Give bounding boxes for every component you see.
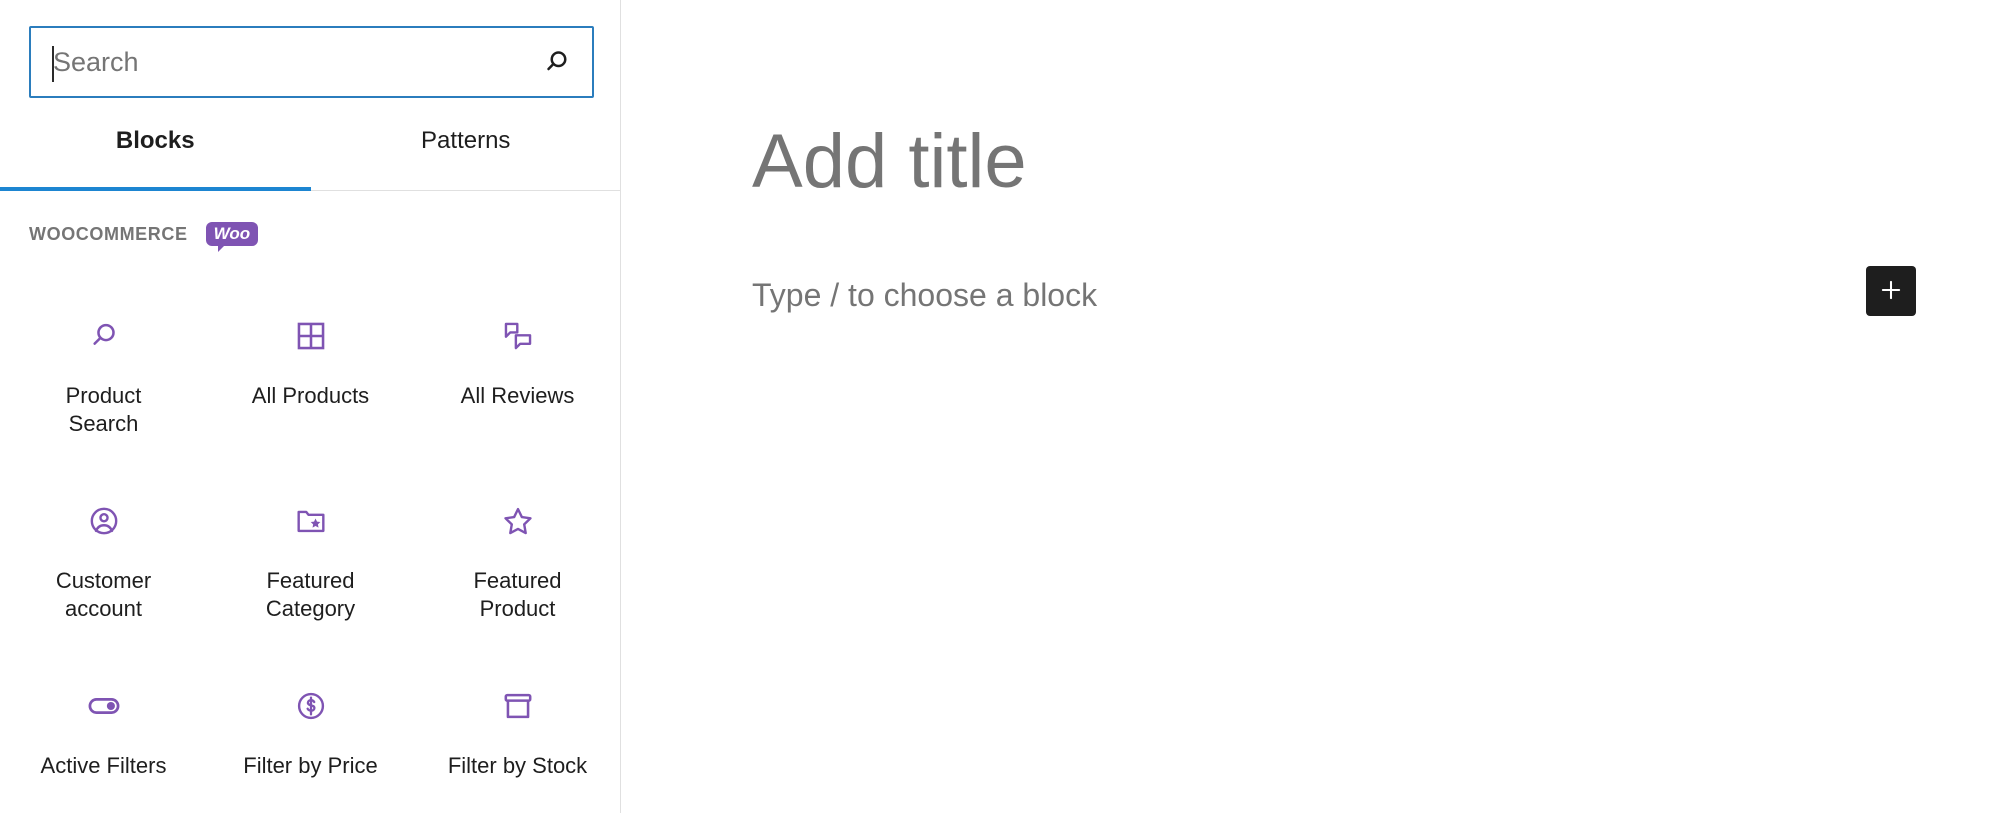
block-item-featured-product[interactable]: Featured Product xyxy=(414,481,620,632)
editor-canvas: Add title Type / to choose a block xyxy=(621,0,1999,813)
block-grid: Product Search All Products All Reviews … xyxy=(0,296,620,792)
toggle-on-icon xyxy=(80,682,128,730)
block-item-active-filters[interactable]: Active Filters xyxy=(0,666,207,792)
search-icon xyxy=(540,45,574,79)
block-item-filter-by-stock[interactable]: Filter by Stock xyxy=(414,666,620,792)
block-inserter-panel: Blocks Patterns WOOCOMMERCE Woo Product … xyxy=(0,0,621,813)
tab-blocks[interactable]: Blocks xyxy=(0,118,311,191)
dollar-circle-icon xyxy=(287,682,335,730)
block-item-all-reviews[interactable]: All Reviews xyxy=(414,296,620,447)
block-item-label: Active Filters xyxy=(40,753,167,778)
block-item-label: Filter by Stock xyxy=(447,753,588,778)
block-item-label: Product Search xyxy=(65,383,142,436)
archive-box-icon xyxy=(494,682,542,730)
block-item-label: Featured Category xyxy=(265,568,356,621)
woo-logo-icon: Woo xyxy=(205,222,259,252)
folder-star-icon xyxy=(287,497,335,545)
grid-icon xyxy=(287,312,335,360)
block-item-product-search[interactable]: Product Search xyxy=(0,296,207,447)
block-item-label: Filter by Price xyxy=(243,753,378,778)
search-field-wrapper xyxy=(29,26,594,98)
plus-icon xyxy=(1878,277,1904,306)
search-icon xyxy=(80,312,128,360)
default-block-placeholder[interactable]: Type / to choose a block xyxy=(752,277,1097,314)
block-item-featured-category[interactable]: Featured Category xyxy=(207,481,414,632)
text-cursor xyxy=(52,46,54,82)
search-input[interactable] xyxy=(53,46,534,78)
block-editor-screen: Blocks Patterns WOOCOMMERCE Woo Product … xyxy=(0,0,1999,813)
user-circle-icon xyxy=(80,497,128,545)
block-item-filter-by-price[interactable]: Filter by Price xyxy=(207,666,414,792)
block-item-all-products[interactable]: All Products xyxy=(207,296,414,447)
star-icon xyxy=(494,497,542,545)
search-box[interactable] xyxy=(29,26,594,98)
block-item-label: All Reviews xyxy=(460,383,575,408)
block-item-customer-account[interactable]: Customer account xyxy=(0,481,207,632)
block-item-label: Featured Product xyxy=(473,568,562,621)
category-title: WOOCOMMERCE xyxy=(29,223,188,244)
comments-icon xyxy=(494,312,542,360)
block-item-label: Customer account xyxy=(55,568,152,621)
inserter-tabs: Blocks Patterns xyxy=(0,118,621,191)
category-header: WOOCOMMERCE Woo xyxy=(29,222,259,252)
post-title-placeholder[interactable]: Add title xyxy=(752,124,1027,200)
block-item-label: All Products xyxy=(251,383,370,408)
tab-patterns[interactable]: Patterns xyxy=(311,118,621,190)
add-block-button[interactable] xyxy=(1866,266,1916,316)
